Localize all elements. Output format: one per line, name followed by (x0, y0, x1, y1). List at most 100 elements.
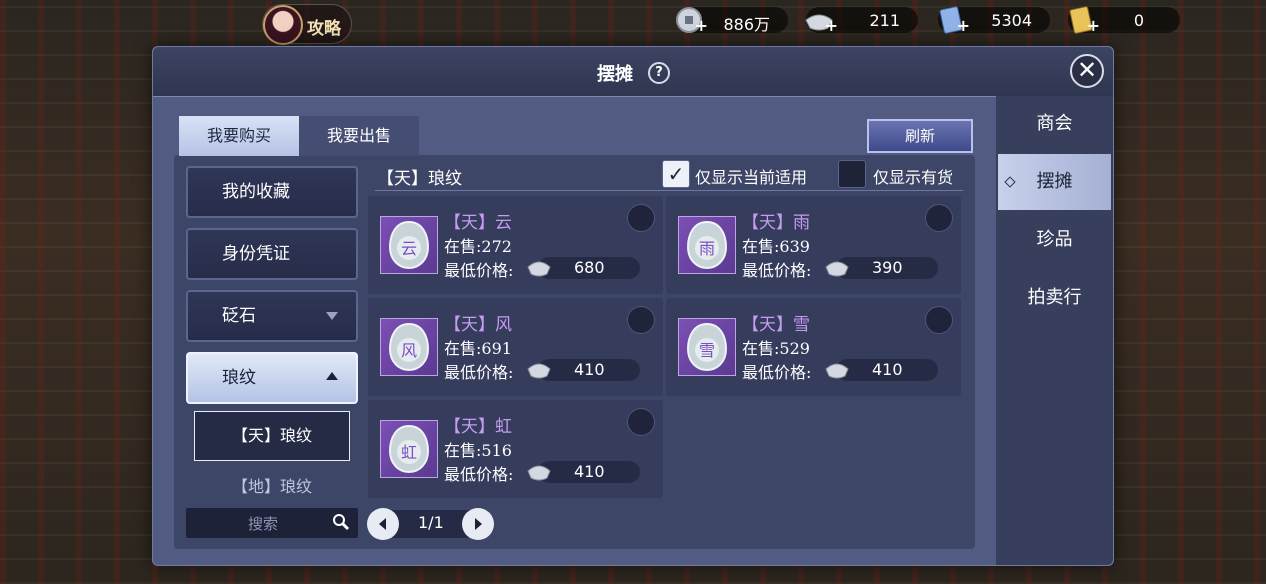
price-pill: 680 (527, 257, 640, 279)
item-price-label: 最低价格: (742, 363, 812, 382)
chevron-up-icon (326, 372, 338, 380)
nav-item-auction[interactable]: 拍卖行 (996, 270, 1113, 326)
prev-page-button[interactable] (367, 508, 399, 540)
search-icon[interactable] (332, 513, 350, 531)
item-card[interactable]: 虹 【天】虹 在售:516 最低价格: 410 (368, 400, 663, 498)
silver-ingot-icon (825, 363, 849, 379)
guide-avatar (263, 5, 303, 45)
panel-header: 摆摊 ? ✕ (153, 47, 1113, 97)
guide-label: 攻略 (307, 19, 341, 39)
filter-instock-label: 仅显示有货 (873, 168, 954, 187)
item-name: 【天】风 (444, 315, 512, 335)
item-price: 410 (574, 360, 605, 379)
token-glyph: 云 (401, 239, 417, 258)
filter-instock-checkbox[interactable] (838, 160, 866, 188)
token-glyph: 风 (401, 341, 417, 360)
nav-item-treasure[interactable]: 珍品 (996, 212, 1113, 268)
right-nav: 商会 摆摊 珍品 拍卖行 (996, 96, 1113, 565)
category-label: 砭石 (222, 306, 256, 326)
category-identity[interactable]: 身份凭证 (186, 228, 358, 280)
search-input[interactable]: 搜索 (186, 508, 358, 538)
langwen-token-icon: 雨 (678, 216, 736, 274)
list-title: 【天】琅纹 (377, 169, 462, 189)
silver-ingot-icon: + (802, 3, 838, 37)
category-favorites[interactable]: 我的收藏 (186, 166, 358, 218)
chevron-right-icon (475, 518, 482, 530)
item-stock: 在售:516 (444, 441, 512, 460)
item-name: 【天】云 (444, 213, 512, 233)
currency-gold-ticket[interactable]: + 0 (1068, 6, 1180, 35)
nav-item-chamber[interactable]: 商会 (996, 96, 1113, 152)
item-select-radio[interactable] (627, 306, 655, 334)
currency-value: 0 (1133, 11, 1144, 30)
langwen-token-icon: 风 (380, 318, 438, 376)
category-label: 我的收藏 (222, 182, 290, 202)
silver-ingot-icon (825, 261, 849, 277)
nav-item-label: 摆摊 (1036, 171, 1073, 192)
selected-diamond-icon (1004, 176, 1016, 188)
nav-item-stall[interactable]: 摆摊 (998, 154, 1111, 210)
price-pill: 410 (825, 359, 938, 381)
close-button[interactable]: ✕ (1070, 54, 1104, 88)
next-page-button[interactable] (462, 508, 494, 540)
currency-silver-coin[interactable]: + 886万 (676, 7, 788, 35)
item-price: 410 (574, 462, 605, 481)
stall-panel: 摆摊 ? ✕ 商会 摆摊 珍品 拍卖行 我要购买 我要出售 刷新 我的收藏 身份… (152, 46, 1114, 566)
currency-value: 886万 (723, 15, 770, 34)
item-price: 390 (872, 258, 903, 277)
item-stock: 在售:639 (742, 237, 810, 256)
silver-coin-icon: + (672, 3, 708, 37)
currency-silver-ingot[interactable]: + 211 (805, 7, 918, 35)
item-name: 【天】雨 (742, 213, 810, 233)
currency-value: 211 (869, 11, 900, 30)
item-name: 【天】虹 (444, 417, 512, 437)
item-price-label: 最低价格: (444, 261, 514, 280)
panel-title: 摆摊 (597, 64, 633, 85)
category-langwen[interactable]: 琅纹 (186, 352, 358, 404)
item-price: 410 (872, 360, 903, 379)
sub-item-tian[interactable]: 【天】琅纹 (194, 411, 350, 461)
silver-ingot-icon (527, 363, 551, 379)
item-select-radio[interactable] (627, 408, 655, 436)
item-stock: 在售:691 (444, 339, 512, 358)
page-indicator: 1/1 (418, 513, 444, 532)
guide-button[interactable]: 攻略 (262, 4, 352, 45)
item-select-radio[interactable] (627, 204, 655, 232)
currency-blue-ticket[interactable]: + 5304 (938, 6, 1050, 35)
price-pill: 410 (527, 461, 640, 483)
token-glyph: 雪 (699, 341, 715, 360)
item-card[interactable]: 云 【天】云 在售:272 最低价格: 680 (368, 196, 663, 294)
item-stock: 在售:529 (742, 339, 810, 358)
category-label: 身份凭证 (222, 244, 290, 264)
item-stock: 在售:272 (444, 237, 512, 256)
item-card[interactable]: 雪 【天】雪 在售:529 最低价格: 410 (666, 298, 961, 396)
filter-current-checkbox[interactable]: ✓ (662, 160, 690, 188)
category-bianstone[interactable]: 砭石 (186, 290, 358, 342)
search-placeholder: 搜索 (248, 515, 279, 533)
refresh-button[interactable]: 刷新 (867, 119, 973, 153)
price-pill: 410 (527, 359, 640, 381)
item-price-label: 最低价格: (444, 363, 514, 382)
item-name: 【天】雪 (742, 315, 810, 335)
tab-buy[interactable]: 我要购买 (179, 116, 299, 156)
silver-ingot-icon (527, 465, 551, 481)
item-price-label: 最低价格: (444, 465, 514, 484)
item-select-radio[interactable] (925, 204, 953, 232)
sub-item-di[interactable]: 【地】琅纹 (194, 469, 350, 505)
item-select-radio[interactable] (925, 306, 953, 334)
langwen-token-icon: 云 (380, 216, 438, 274)
tab-sell[interactable]: 我要出售 (299, 116, 419, 156)
filter-current-label: 仅显示当前适用 (695, 168, 808, 187)
chevron-down-icon (326, 312, 338, 320)
langwen-token-icon: 虹 (380, 420, 438, 478)
token-glyph: 雨 (699, 239, 715, 258)
price-pill: 390 (825, 257, 938, 279)
chevron-left-icon (379, 518, 386, 530)
langwen-token-icon: 雪 (678, 318, 736, 376)
item-price: 680 (574, 258, 605, 277)
item-price-label: 最低价格: (742, 261, 812, 280)
category-label: 琅纹 (222, 368, 256, 388)
item-card[interactable]: 雨 【天】雨 在售:639 最低价格: 390 (666, 196, 961, 294)
item-card[interactable]: 风 【天】风 在售:691 最低价格: 410 (368, 298, 663, 396)
help-icon[interactable]: ? (648, 62, 670, 84)
